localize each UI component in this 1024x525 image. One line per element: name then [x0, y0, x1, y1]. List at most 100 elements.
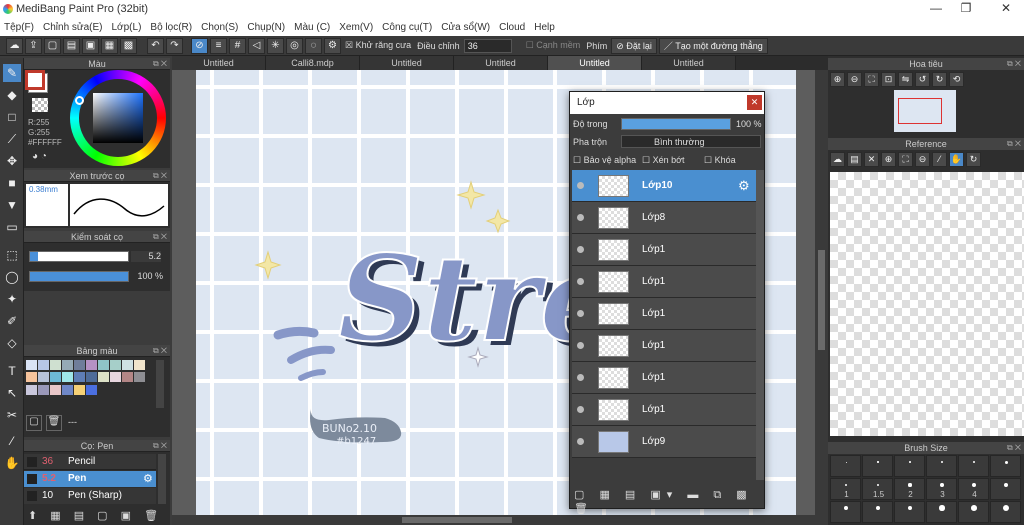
clipping-checkbox[interactable]: ☐ Xén bớt [642, 155, 685, 166]
eyedropper-icon[interactable]: ⁄ [932, 152, 947, 167]
layer-row[interactable]: Lớp1 [572, 330, 756, 362]
bucket-tool-icon[interactable]: ▼ [3, 196, 21, 214]
panel-float-icon[interactable]: ⧉ ✕ [1007, 442, 1021, 454]
add-color-icon[interactable]: ▢ [26, 415, 42, 431]
brush-size-cell[interactable] [958, 455, 989, 477]
brush-size-cell[interactable] [958, 501, 989, 523]
brush-size-cell[interactable]: 4 [958, 478, 989, 500]
straight-line-button[interactable]: ／ Tạo một đường thẳng [658, 37, 768, 54]
panel-float-icon[interactable]: ⧉ ✕ [153, 58, 167, 70]
brush-size-cell[interactable] [990, 478, 1021, 500]
snap-vanish-icon[interactable]: ◁ [248, 37, 265, 54]
menu-capture[interactable]: Chụp(N) [247, 22, 285, 33]
adjust-input[interactable]: 36 [463, 38, 512, 53]
brush-tool-icon[interactable]: ✎ [3, 64, 21, 82]
operation-tool-icon[interactable]: ↖ [3, 384, 21, 402]
menu-view[interactable]: Xem(V) [339, 22, 373, 33]
cloud-import-icon[interactable]: ☁ [830, 152, 845, 167]
palette-swatch[interactable] [74, 372, 85, 383]
layer-row[interactable]: Lớp1 [572, 266, 756, 298]
palette-swatch[interactable] [26, 372, 37, 383]
new-file-icon[interactable]: ▢ [44, 37, 61, 54]
navigator-preview[interactable] [894, 90, 956, 132]
transparent-swatch[interactable] [32, 98, 48, 112]
menu-color[interactable]: Màu (C) [294, 22, 330, 33]
redo-icon[interactable]: ↷ [166, 37, 183, 54]
delete-color-icon[interactable]: 🗑 [46, 415, 62, 431]
tab-untitled-2[interactable]: Untitled [360, 56, 454, 70]
open-folder-icon[interactable]: ▤ [847, 152, 862, 167]
tab-untitled-4[interactable]: Untitled [548, 56, 642, 70]
brush-size-cell[interactable] [990, 501, 1021, 523]
brush-size-value[interactable]: 5.2 [131, 251, 161, 262]
visibility-eye-icon[interactable] [577, 214, 584, 221]
palette-scrollbar[interactable] [156, 360, 164, 408]
layer-row[interactable]: Lớp1 [572, 234, 756, 266]
undo-icon[interactable]: ↶ [147, 37, 164, 54]
brush-opacity-slider[interactable] [29, 271, 129, 282]
open-file-icon[interactable]: ▤ [63, 37, 80, 54]
brush-item-pen-sharp[interactable]: 10 Pen (Sharp) [24, 488, 156, 504]
palette-swatch[interactable] [62, 360, 73, 370]
menu-file[interactable]: Tệp(F) [4, 22, 34, 33]
panel-float-icon[interactable]: ⧉ ✕ [153, 231, 167, 243]
share-icon[interactable]: ⇪ [25, 37, 42, 54]
flip-icon[interactable]: ⇋ [898, 72, 913, 87]
divide-tool-icon[interactable]: ✂ [3, 406, 21, 424]
saturation-value-square[interactable] [93, 93, 143, 143]
menu-cloud[interactable]: Cloud [499, 22, 525, 33]
visibility-eye-icon[interactable] [577, 310, 584, 317]
color-mode-icon[interactable]: ◕ ◔ [32, 151, 47, 162]
palette-swatch[interactable] [74, 384, 85, 395]
brush-size-cell[interactable] [862, 455, 893, 477]
reset-view-icon[interactable]: ⟲ [949, 72, 964, 87]
navigator-viewport[interactable] [898, 98, 942, 124]
snap-parallel-icon[interactable]: ≡ [210, 37, 227, 54]
antialias-checkbox[interactable]: ☒ Khử răng cưa [343, 40, 413, 51]
rotate-left-icon[interactable]: ↺ [915, 72, 930, 87]
rotate-icon[interactable]: ↻ [966, 152, 981, 167]
palette-swatch[interactable] [74, 360, 85, 370]
palette-swatch[interactable] [26, 384, 37, 395]
close-ref-icon[interactable]: ✕ [864, 152, 879, 167]
select-rect-tool-icon[interactable]: ⬚ [3, 246, 21, 264]
layer-row[interactable]: Lớp1 [572, 362, 756, 394]
eyedropper-tool-icon[interactable]: ⁄ [3, 432, 21, 450]
tab-untitled-5[interactable]: Untitled [642, 56, 736, 70]
grid-icon[interactable]: ▩ [120, 37, 137, 54]
layer-actions[interactable]: ▢ ▦ ▤ ▣▾ ▬ ⧉ ▩ 🗑 [574, 488, 764, 515]
save-as-icon[interactable]: ▦ [101, 37, 118, 54]
vscroll-thumb[interactable] [818, 250, 825, 350]
palette-swatch[interactable] [110, 360, 121, 370]
brush-size-cell[interactable]: 1 [830, 478, 861, 500]
snap-cross-icon[interactable]: # [229, 37, 246, 54]
menu-window[interactable]: Cửa sổ(W) [441, 22, 490, 33]
palette-swatch[interactable] [26, 360, 37, 370]
visibility-eye-icon[interactable] [577, 406, 584, 413]
palette-swatch[interactable] [122, 360, 133, 370]
menu-help[interactable]: Help [534, 22, 555, 33]
reset-button[interactable]: ⊘ Đặt lại [611, 37, 657, 54]
fit-icon[interactable]: ⛶ [898, 152, 913, 167]
tab-untitled-3[interactable]: Untitled [454, 56, 548, 70]
layer-row[interactable]: Lớp8 [572, 202, 756, 234]
hand-icon[interactable]: ✋ [949, 152, 964, 167]
snap-circle-icon[interactable]: ◎ [286, 37, 303, 54]
snap-radial-icon[interactable]: ✳ [267, 37, 284, 54]
cloud-icon[interactable]: ☁ [6, 37, 23, 54]
palette-swatch[interactable] [134, 360, 145, 370]
palette-swatch[interactable] [98, 372, 109, 383]
palette-swatch[interactable] [134, 372, 145, 383]
brush-size-cell[interactable]: 1.5 [862, 478, 893, 500]
text-tool-icon[interactable]: T [3, 362, 21, 380]
layer-row[interactable]: Lớp1 [572, 298, 756, 330]
zoom-out-icon[interactable]: ⊖ [915, 152, 930, 167]
panel-float-icon[interactable]: ⧉ ✕ [153, 170, 167, 182]
palette-swatch[interactable] [62, 372, 73, 383]
brush-size-cell[interactable] [894, 501, 925, 523]
magic-wand-tool-icon[interactable]: ✦ [3, 290, 21, 308]
snap-off-icon[interactable]: ⊘ [191, 37, 208, 54]
layer-row[interactable]: Lớp9 [572, 426, 756, 458]
layer-row[interactable]: Lớp1 [572, 394, 756, 426]
visibility-eye-icon[interactable] [577, 246, 584, 253]
